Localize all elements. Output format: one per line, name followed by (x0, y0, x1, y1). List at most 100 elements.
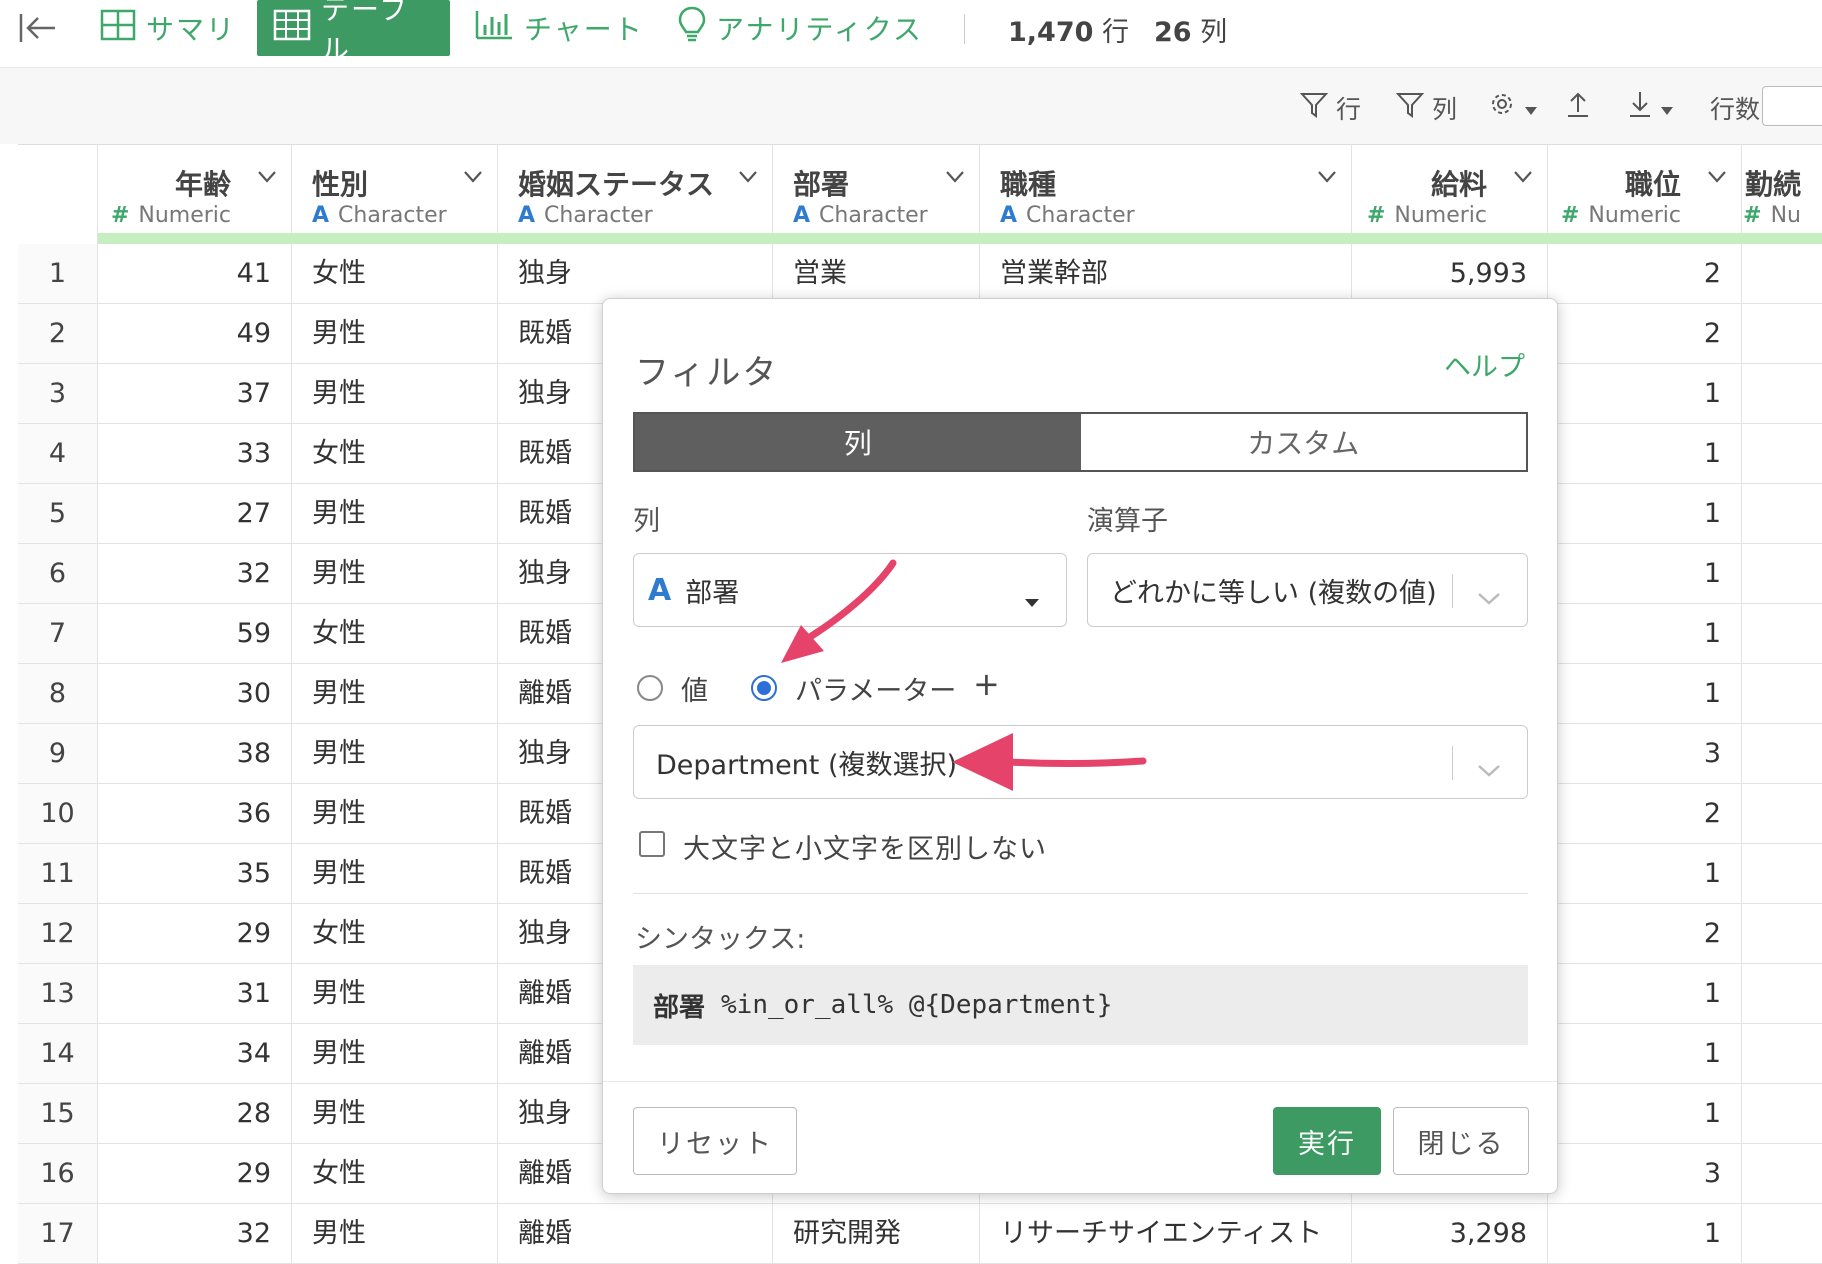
table-cell (1742, 1204, 1822, 1264)
parameter-select-value: Department (複数選択) (656, 749, 958, 781)
column-header[interactable]: 年齢 # Numeric (98, 144, 292, 244)
table-cell: 研究開発 (773, 1204, 980, 1264)
column-filter-button[interactable]: 列 (1395, 90, 1458, 126)
parameter-select[interactable]: Department (複数選択) (633, 725, 1528, 799)
row-filter-button[interactable]: 行 (1299, 90, 1361, 126)
table-cell: 2 (1548, 904, 1742, 964)
row-number: 3 (18, 364, 98, 424)
table-cell: 2 (1548, 304, 1742, 364)
reset-button[interactable]: リセット (633, 1107, 797, 1175)
column-header[interactable]: 部署 A Character (773, 144, 980, 244)
row-number: 2 (18, 304, 98, 364)
upload-button[interactable] (1566, 90, 1590, 124)
column-header[interactable]: 性別 A Character (292, 144, 498, 244)
column-name: 職位 (1624, 168, 1681, 201)
table-cell: 女性 (292, 1144, 498, 1204)
table-cell: 34 (98, 1024, 292, 1084)
table-cell: 1 (1548, 604, 1742, 664)
column-header[interactable]: 給料 # Numeric (1352, 144, 1548, 244)
table-cell: 3 (1548, 724, 1742, 784)
table-cell: 男性 (292, 724, 498, 784)
operator-select-value: どれかに等しい (複数の値) (1110, 577, 1437, 609)
chevron-down-icon[interactable] (945, 169, 965, 183)
radio-parameter[interactable] (751, 675, 777, 701)
column-select-value: 部署 (685, 577, 740, 609)
column-header[interactable]: 勤続 # Nu (1742, 144, 1822, 244)
table-cell: 女性 (292, 904, 498, 964)
syntax-column: 部署 (653, 992, 706, 1023)
ignore-case-checkbox[interactable] (639, 831, 665, 857)
table-cell: 離婚 (498, 1204, 773, 1264)
tab-custom-filter[interactable]: カスタム (1080, 414, 1526, 470)
column-header[interactable]: 婚姻ステータス A Character (498, 144, 773, 244)
row-number: 7 (18, 604, 98, 664)
table-cell: 独身 (498, 244, 773, 304)
row-number: 15 (18, 1084, 98, 1144)
table-cell: 1 (1548, 484, 1742, 544)
table-cell: 1 (1548, 664, 1742, 724)
ignore-case-label: 大文字と小文字を区別しない (683, 834, 1047, 865)
table-cell (1742, 664, 1822, 724)
chevron-down-icon (1477, 754, 1501, 785)
tab-chart[interactable]: チャート (458, 0, 660, 56)
chevron-down-icon[interactable] (1513, 169, 1533, 183)
column-type-icon: A (518, 203, 536, 228)
table-cell: 1 (1548, 844, 1742, 904)
table-cell: 男性 (292, 844, 498, 904)
header-divider (964, 14, 965, 44)
chevron-down-icon[interactable] (738, 169, 758, 183)
collapse-left-icon[interactable] (18, 12, 58, 44)
close-button[interactable]: 閉じる (1393, 1107, 1529, 1175)
table-cell: 2 (1548, 244, 1742, 304)
column-header[interactable]: 職位 # Numeric (1548, 144, 1742, 244)
row-number: 1 (18, 244, 98, 304)
caret-down-icon (1024, 584, 1040, 615)
table-cell (1742, 724, 1822, 784)
tab-analytics[interactable]: アナリティクス (662, 0, 939, 56)
row-number: 8 (18, 664, 98, 724)
table-cell: 女性 (292, 424, 498, 484)
row-number: 9 (18, 724, 98, 784)
table-cell: 38 (98, 724, 292, 784)
download-menu-button[interactable] (1628, 90, 1674, 124)
table-cell: 男性 (292, 664, 498, 724)
table-cell: 営業幹部 (980, 244, 1352, 304)
table-row: 17 32 男性 離婚 研究開発 リサーチサイエンティスト 3,298 1 (18, 1204, 1822, 1264)
row-number: 17 (18, 1204, 98, 1264)
help-link[interactable]: ヘルプ (1444, 345, 1525, 384)
column-type-label: Character (338, 203, 447, 228)
table-cell: 1 (1548, 1084, 1742, 1144)
chevron-down-icon[interactable] (1707, 169, 1727, 183)
row-number: 14 (18, 1024, 98, 1084)
row-number: 6 (18, 544, 98, 604)
add-parameter-button[interactable]: + (973, 665, 1000, 703)
run-button[interactable]: 実行 (1273, 1107, 1381, 1175)
column-type: A Character (312, 203, 447, 228)
radio-value[interactable] (637, 675, 663, 701)
lightbulb-icon (678, 6, 706, 51)
tab-table[interactable]: テーブル (257, 0, 450, 66)
table-cell: 男性 (292, 364, 498, 424)
chevron-down-icon[interactable] (257, 169, 277, 183)
chevron-down-icon[interactable] (463, 169, 483, 183)
table-cell (1742, 964, 1822, 1024)
table-cell: 女性 (292, 604, 498, 664)
table-cell: 3,298 (1352, 1204, 1548, 1264)
row-number: 16 (18, 1144, 98, 1204)
column-type: # Numeric (111, 203, 231, 228)
tab-summary[interactable]: サマリ (84, 0, 252, 56)
column-select[interactable]: A 部署 (633, 553, 1067, 627)
chevron-down-icon[interactable] (1317, 169, 1337, 183)
column-header[interactable]: 職種 A Character (980, 144, 1352, 244)
tab-column-filter[interactable]: 列 (635, 414, 1081, 470)
row-number: 13 (18, 964, 98, 1024)
table-cell: 男性 (292, 484, 498, 544)
select-separator (1452, 574, 1453, 608)
settings-menu-button[interactable] (1488, 90, 1538, 124)
column-type-label: Numeric (1394, 203, 1487, 228)
column-filter-label: 列 (1432, 95, 1458, 124)
table-cell: 1 (1548, 1204, 1742, 1264)
operator-select[interactable]: どれかに等しい (複数の値) (1087, 553, 1528, 627)
syntax-expression: %in_or_all% @{Department} (721, 990, 1113, 1020)
rows-per-page-select[interactable] (1762, 86, 1822, 126)
